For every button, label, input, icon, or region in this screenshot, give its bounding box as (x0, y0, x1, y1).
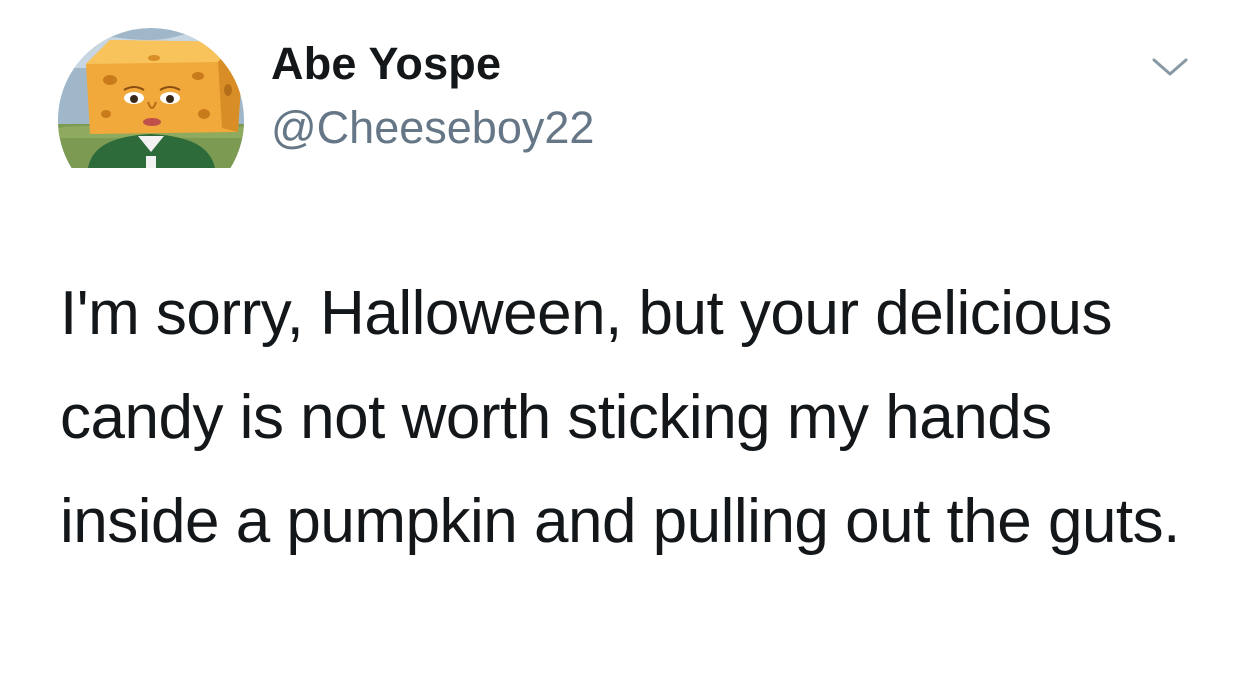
author-info: Abe Yospe @Cheeseboy22 (271, 36, 594, 156)
author-display-name[interactable]: Abe Yospe (271, 36, 594, 92)
tweet: Abe Yospe @Cheeseboy22 I'm sorry, Hallow… (0, 0, 1242, 687)
cheese-head-avatar-image (58, 28, 244, 168)
author-handle[interactable]: @Cheeseboy22 (271, 100, 594, 156)
chevron-down-icon[interactable] (1150, 52, 1190, 82)
avatar[interactable] (58, 28, 244, 168)
tweet-text: I'm sorry, Halloween, but your delicious… (60, 279, 1180, 556)
